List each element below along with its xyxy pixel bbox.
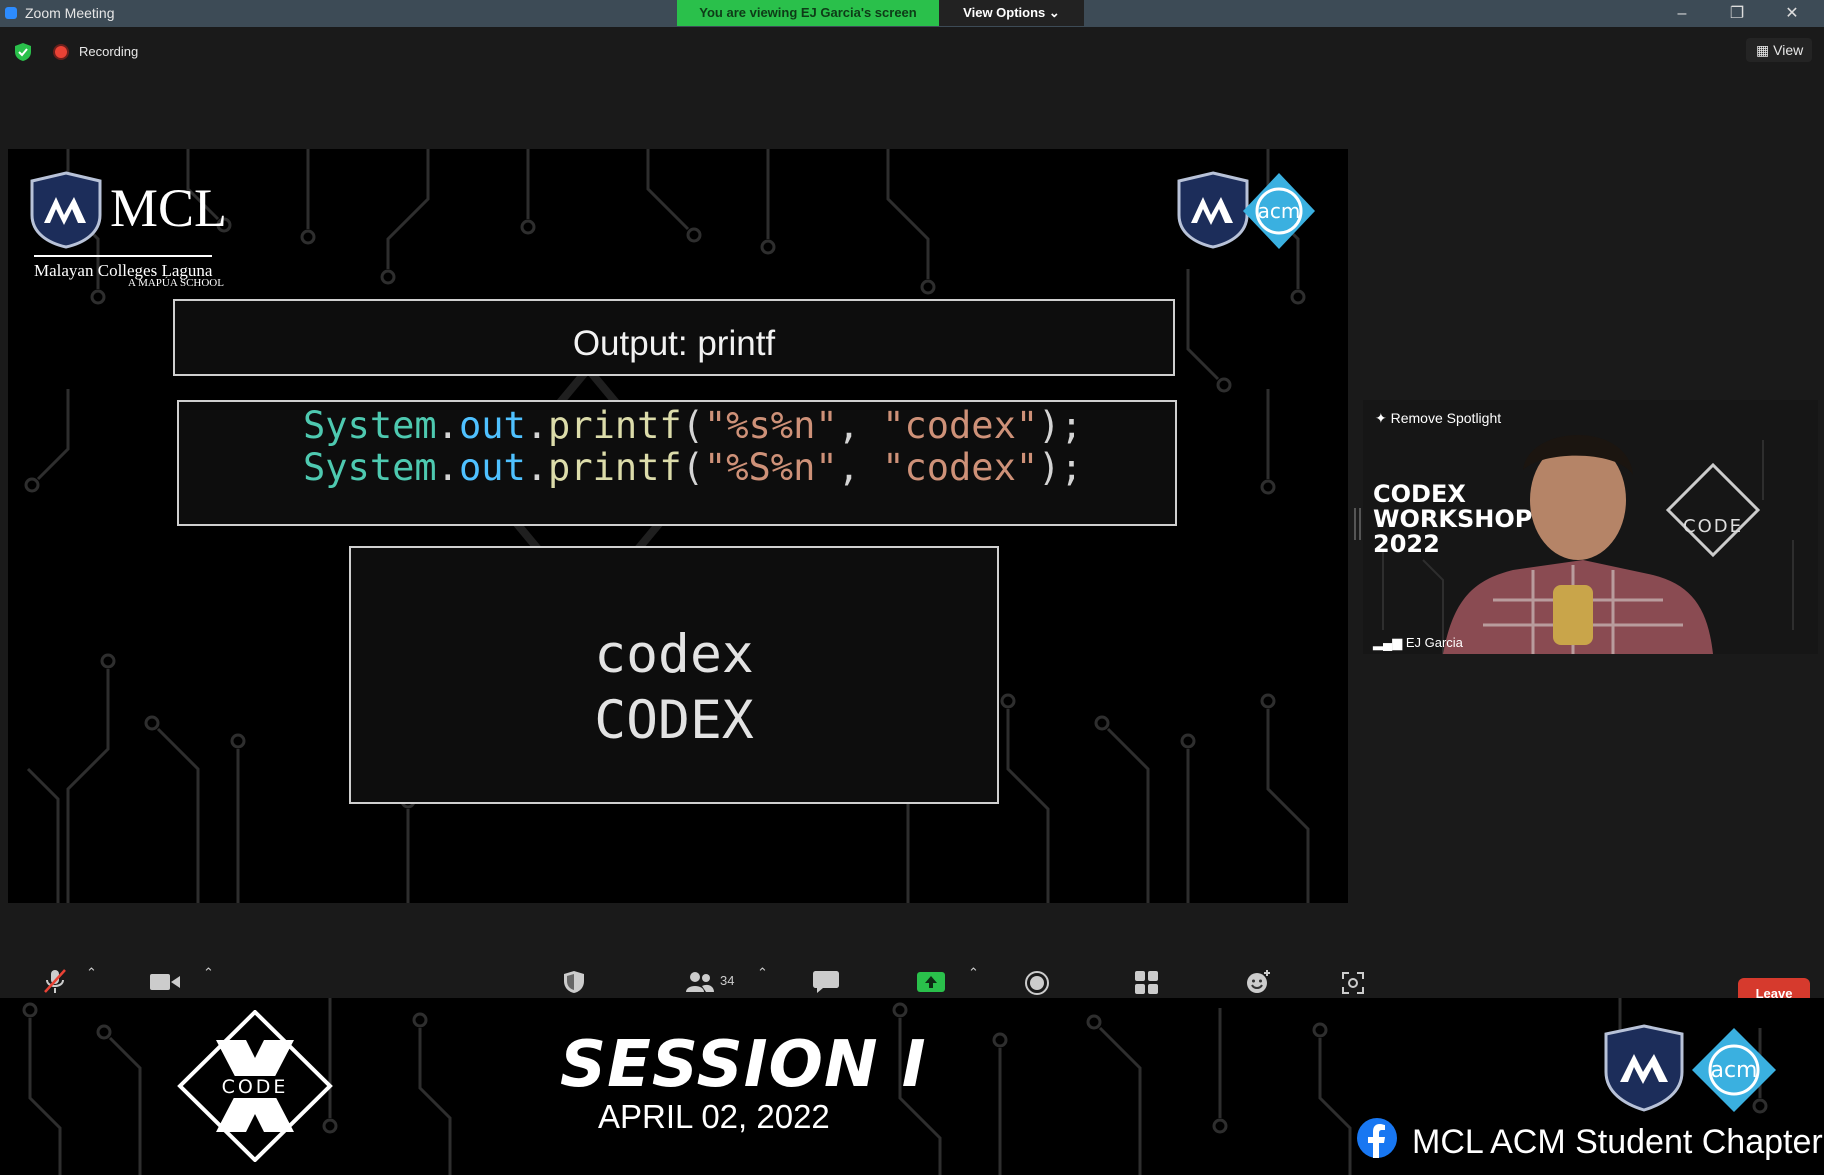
- code-line: System.out.printf("%s%n", "codex");: [303, 404, 1083, 447]
- workshop-title: CODEX WORKSHOP 2022: [1373, 480, 1533, 558]
- video-camera-icon[interactable]: [150, 973, 180, 991]
- share-options-chevron-icon[interactable]: ⌃: [968, 960, 979, 998]
- slide-title: Output: printf: [173, 299, 1175, 376]
- whiteboard-icon[interactable]: [1342, 972, 1364, 994]
- output-line: CODEX: [594, 690, 754, 751]
- facebook-icon: [1357, 1118, 1397, 1158]
- chevron-down-icon: ⌄: [1048, 5, 1060, 20]
- remove-spotlight-label: Remove Spotlight: [1390, 410, 1502, 426]
- speaker-name-label: ▂▄▆ EJ Garcia: [1373, 635, 1463, 650]
- security-shield-icon[interactable]: [563, 970, 585, 994]
- zoom-app-icon: [5, 7, 17, 19]
- session-date: APRIL 02, 2022: [598, 1098, 830, 1135]
- output-line: codex: [594, 624, 754, 685]
- apps-grid-icon[interactable]: [1135, 971, 1159, 995]
- participants-count: 34: [720, 973, 735, 988]
- mcl-acm-logos-icon: acm: [1177, 171, 1315, 249]
- stream-banner: CODE SESSION I APRIL 02, 2022 acm MCL AC…: [0, 998, 1824, 1175]
- viewing-screen-banner: You are viewing EJ Garcia's screen: [677, 0, 939, 26]
- view-options-label: View Options: [963, 5, 1046, 20]
- panel-resize-handle[interactable]: [1354, 508, 1361, 540]
- meeting-toolbar: ⌃ ⌃ 34 ⌃ ⌃: [0, 960, 1824, 998]
- facebook-page-label: MCL ACM Student Chapter: [1412, 1123, 1823, 1161]
- encryption-shield-icon[interactable]: [15, 43, 31, 61]
- window-title: Zoom Meeting: [25, 5, 115, 21]
- view-button[interactable]: ▦ View: [1746, 38, 1812, 62]
- banner-acm-text: acm: [1710, 1058, 1757, 1083]
- code-block: System.out.printf("%s%n", "codex"); Syst…: [177, 400, 1177, 526]
- shared-screen: MCL Malayan Colleges Laguna A MAPÚA SCHO…: [8, 149, 1348, 903]
- partner-logos: acm: [1175, 171, 1315, 256]
- recording-label: Recording: [79, 44, 139, 59]
- code-line: System.out.printf("%S%n", "codex");: [303, 446, 1083, 489]
- output-block: codex CODEX: [349, 546, 999, 804]
- mcl-logo-tagline: A MAPÚA SCHOOL: [128, 277, 224, 289]
- mcl-shield-icon: [30, 171, 102, 249]
- close-button[interactable]: ✕: [1769, 0, 1815, 27]
- session-title: SESSION I: [560, 1028, 927, 1102]
- record-icon[interactable]: [1025, 971, 1049, 995]
- participants-chevron-icon[interactable]: ⌃: [757, 960, 768, 998]
- participants-icon[interactable]: [686, 972, 714, 992]
- view-options-button[interactable]: View Options ⌄: [939, 0, 1084, 26]
- view-label: View: [1773, 42, 1804, 58]
- mute-microphone-icon[interactable]: [42, 968, 68, 994]
- restore-button[interactable]: ❐: [1714, 0, 1760, 27]
- signal-strength-icon: ▂▄▆: [1373, 635, 1403, 650]
- share-screen-icon[interactable]: [917, 972, 945, 992]
- code-x-logo: CODE: [177, 1010, 333, 1162]
- chat-bubble-icon[interactable]: [813, 971, 839, 993]
- reactions-icon[interactable]: [1246, 969, 1272, 995]
- grid-view-icon: ▦: [1756, 42, 1770, 58]
- minimize-button[interactable]: –: [1659, 0, 1705, 27]
- spotlight-icon: ✦: [1375, 410, 1387, 426]
- recording-icon[interactable]: [55, 46, 67, 58]
- acm-logo-text: acm: [1258, 199, 1301, 223]
- mcl-logo-text: MCL: [110, 178, 228, 238]
- video-options-chevron-icon[interactable]: ⌃: [203, 960, 214, 998]
- banner-code-badge: CODE: [222, 1076, 289, 1098]
- banner-mcl-acm-logos: acm: [1604, 1024, 1776, 1112]
- speaker-video-tile[interactable]: CODE ✦ Remove Spotlight CODEX WORKSHOP 2…: [1363, 400, 1818, 654]
- speaker-code-badge: CODE: [1683, 516, 1743, 537]
- audio-options-chevron-icon[interactable]: ⌃: [86, 960, 97, 998]
- remove-spotlight-button[interactable]: ✦ Remove Spotlight: [1375, 410, 1501, 427]
